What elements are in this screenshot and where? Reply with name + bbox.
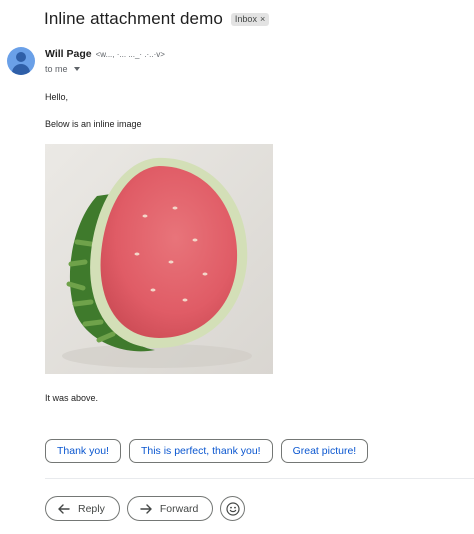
reply-label: Reply bbox=[78, 502, 105, 515]
smart-reply-perfect[interactable]: This is perfect, thank you! bbox=[128, 439, 273, 463]
smart-reply-thank-you[interactable]: Thank you! bbox=[45, 439, 121, 463]
watermelon-photo bbox=[45, 144, 273, 374]
recipient-text: to me bbox=[45, 64, 68, 74]
reply-button[interactable]: Reply bbox=[45, 496, 120, 521]
forward-arrow-icon bbox=[140, 503, 152, 514]
reply-actions: Reply Forward bbox=[45, 496, 246, 521]
smiley-face-icon bbox=[226, 501, 240, 516]
body-intro: Below is an inline image bbox=[45, 119, 142, 129]
sender-row: Will Page <w..., ·... ..._· .·..·v> bbox=[45, 48, 165, 60]
divider bbox=[45, 478, 474, 479]
email-subject: Inline attachment demo bbox=[44, 9, 223, 28]
caret-down-icon[interactable] bbox=[73, 67, 80, 71]
person-avatar-icon[interactable] bbox=[7, 47, 35, 75]
recipient-details-toggle[interactable]: to me bbox=[45, 64, 80, 74]
remove-label-icon[interactable]: × bbox=[260, 14, 265, 24]
body-outro: It was above. bbox=[45, 393, 99, 403]
forward-label: Forward bbox=[159, 502, 199, 515]
subject-row: Inline attachment demo Inbox × bbox=[44, 9, 270, 29]
sender-email: <w..., ·... ..._· .·..·v> bbox=[95, 50, 165, 59]
smart-reply-chips: Thank you! This is perfect, thank you! G… bbox=[45, 439, 369, 463]
emoji-reaction-button[interactable] bbox=[220, 496, 246, 521]
reply-arrow-icon bbox=[58, 503, 70, 514]
sender-name[interactable]: Will Page bbox=[45, 48, 92, 60]
inbox-label-chip[interactable]: Inbox × bbox=[230, 12, 270, 26]
inline-image[interactable] bbox=[45, 144, 273, 374]
forward-button[interactable]: Forward bbox=[126, 496, 214, 521]
smart-reply-great-picture[interactable]: Great picture! bbox=[280, 439, 369, 463]
inbox-label-text: Inbox bbox=[234, 14, 257, 24]
body-greeting: Hello, bbox=[45, 92, 69, 102]
